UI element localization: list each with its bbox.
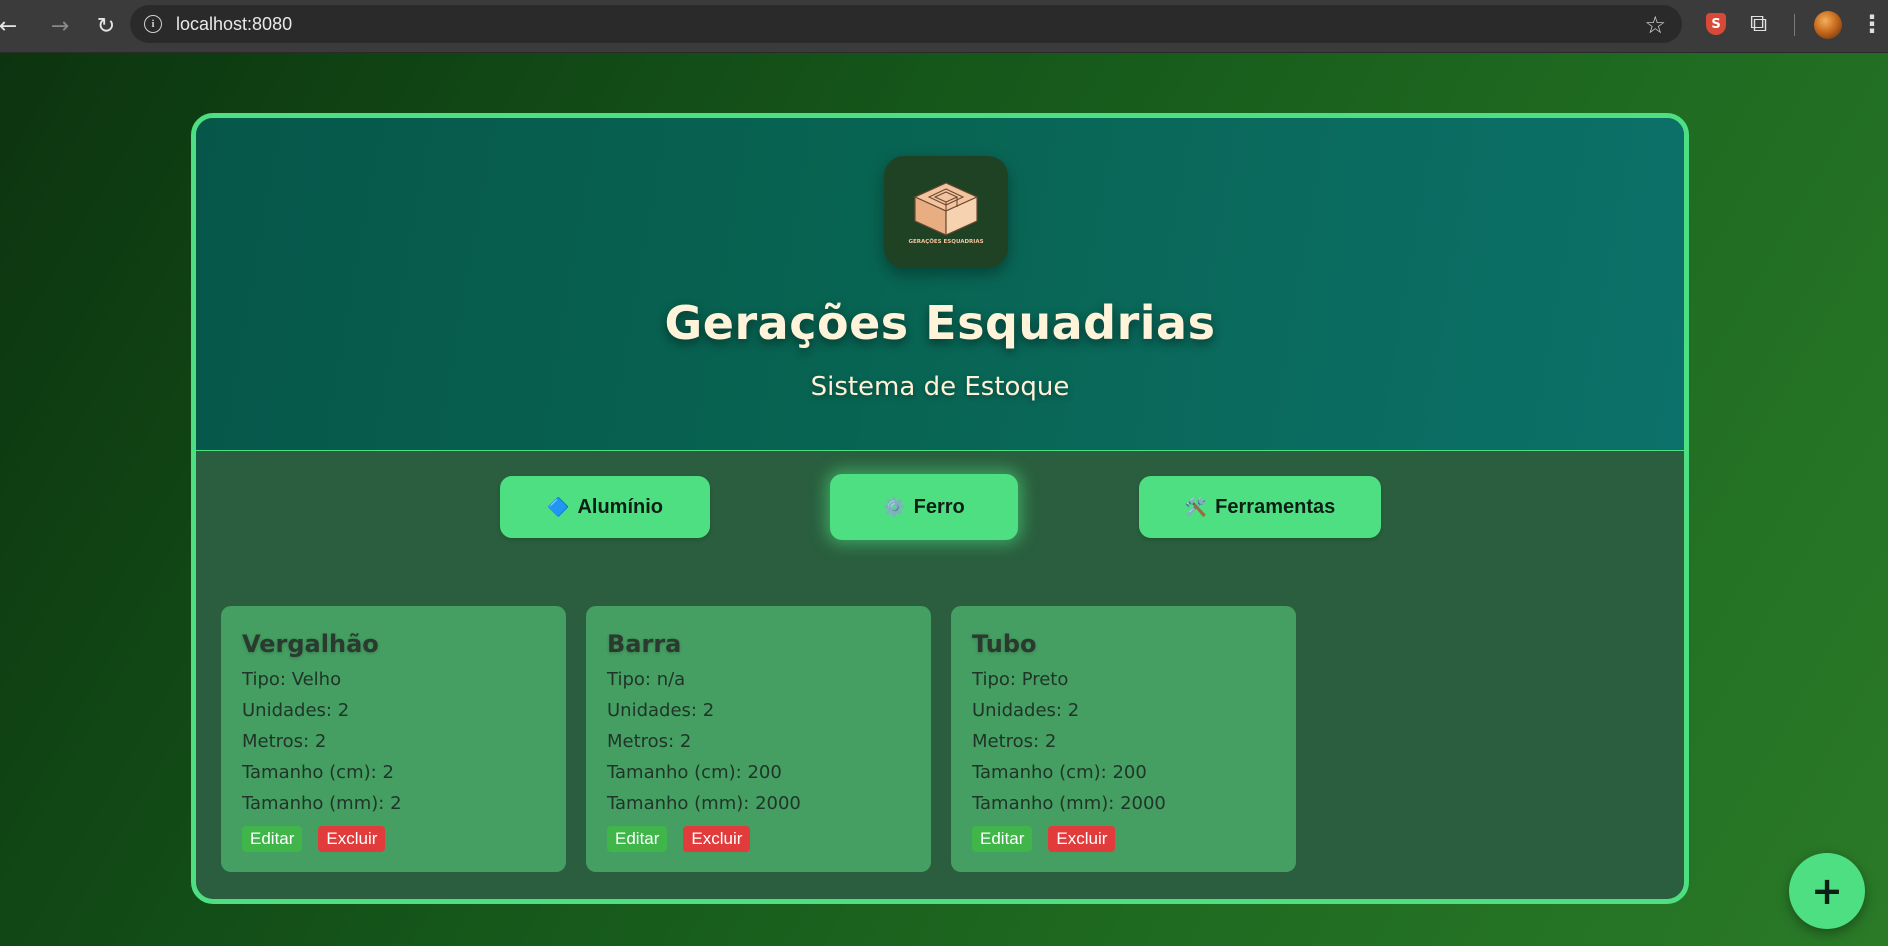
browser-toolbar: ← → ↻ i localhost:8080 ☆ S ⧉ ⋮ xyxy=(0,0,1888,53)
item-tamanho-cm: Tamanho (cm)200 xyxy=(607,757,910,788)
delete-button[interactable]: Excluir xyxy=(1048,826,1116,852)
item-name: Tubo xyxy=(972,630,1037,658)
diamond-icon: 🔷 xyxy=(547,496,570,517)
tab-ferramentas[interactable]: 🛠️ Ferramentas xyxy=(1139,476,1381,538)
item-tamanho-cm: Tamanho (cm)200 xyxy=(972,757,1275,788)
tab-ferro[interactable]: ⚙️ Ferro xyxy=(830,474,1018,540)
item-tipo: TipoVelho xyxy=(242,664,545,695)
url-text[interactable]: localhost:8080 xyxy=(176,14,292,35)
item-metros: Metros2 xyxy=(972,726,1275,757)
gear-icon: ⚙️ xyxy=(883,496,906,517)
category-tabs: 🔷 Alumínio ⚙️ Ferro 🛠️ Ferramentas xyxy=(196,451,1684,571)
edit-button[interactable]: Editar xyxy=(242,826,303,852)
arrow-left-icon: ← xyxy=(0,13,18,39)
page-title: Gerações Esquadrias xyxy=(664,296,1216,350)
item-tamanho-mm: Tamanho (mm)2000 xyxy=(972,788,1275,819)
menu-icon[interactable]: ⋮ xyxy=(1860,10,1884,38)
item-tamanho-cm: Tamanho (cm)2 xyxy=(242,757,545,788)
shield-extension-icon[interactable]: S xyxy=(1706,13,1726,35)
address-bar[interactable]: i localhost:8080 ☆ xyxy=(130,5,1682,43)
logo-text: GERAÇÕES ESQUADRIAS xyxy=(908,238,983,245)
item-metros: Metros2 xyxy=(242,726,545,757)
site-info-icon[interactable]: i xyxy=(144,15,162,33)
delete-button[interactable]: Excluir xyxy=(683,826,751,852)
add-item-button[interactable]: + xyxy=(1789,853,1865,929)
tab-label: Alumínio xyxy=(577,495,663,518)
item-tamanho-mm: Tamanho (mm)2 xyxy=(242,788,545,819)
item-metros: Metros2 xyxy=(607,726,910,757)
tab-label: Ferro xyxy=(913,495,965,518)
item-tipo: Tipon/a xyxy=(607,664,910,695)
page-subtitle: Sistema de Estoque xyxy=(810,372,1070,402)
back-button[interactable]: ← xyxy=(0,6,28,46)
reload-button[interactable]: ↻ xyxy=(86,6,126,46)
logo: GERAÇÕES ESQUADRIAS xyxy=(884,156,1008,268)
toolbar-divider xyxy=(1794,14,1795,36)
avatar[interactable] xyxy=(1814,11,1842,39)
item-tamanho-mm: Tamanho (mm)2000 xyxy=(607,788,910,819)
logo-cube-icon: GERAÇÕES ESQUADRIAS xyxy=(908,182,984,245)
item-unidades: Unidades2 xyxy=(242,695,545,726)
item-name: Vergalhão xyxy=(242,630,379,658)
arrow-right-icon: → xyxy=(50,13,70,39)
item-unidades: Unidades2 xyxy=(972,695,1275,726)
app-container: GERAÇÕES ESQUADRIAS Gerações Esquadrias … xyxy=(191,113,1689,904)
item-card: Barra Tipon/a Unidades2 Metros2 Tamanho … xyxy=(586,606,931,872)
tab-label: Ferramentas xyxy=(1215,495,1336,518)
item-card: Tubo TipoPreto Unidades2 Metros2 Tamanho… xyxy=(951,606,1296,872)
star-icon[interactable]: ☆ xyxy=(1644,11,1666,39)
item-card: Vergalhão TipoVelho Unidades2 Metros2 Ta… xyxy=(221,606,566,872)
item-name: Barra xyxy=(607,630,682,658)
edit-button[interactable]: Editar xyxy=(607,826,668,852)
header-banner: GERAÇÕES ESQUADRIAS Gerações Esquadrias … xyxy=(196,118,1684,451)
delete-button[interactable]: Excluir xyxy=(318,826,386,852)
tools-icon: 🛠️ xyxy=(1184,496,1208,517)
tab-aluminio[interactable]: 🔷 Alumínio xyxy=(500,476,710,538)
reload-icon: ↻ xyxy=(96,13,116,39)
item-tipo: TipoPreto xyxy=(972,664,1275,695)
forward-button[interactable]: → xyxy=(40,6,80,46)
item-unidades: Unidades2 xyxy=(607,695,910,726)
item-grid: Vergalhão TipoVelho Unidades2 Metros2 Ta… xyxy=(221,606,1296,872)
puzzle-extension-icon[interactable]: ⧉ xyxy=(1750,9,1767,37)
edit-button[interactable]: Editar xyxy=(972,826,1033,852)
